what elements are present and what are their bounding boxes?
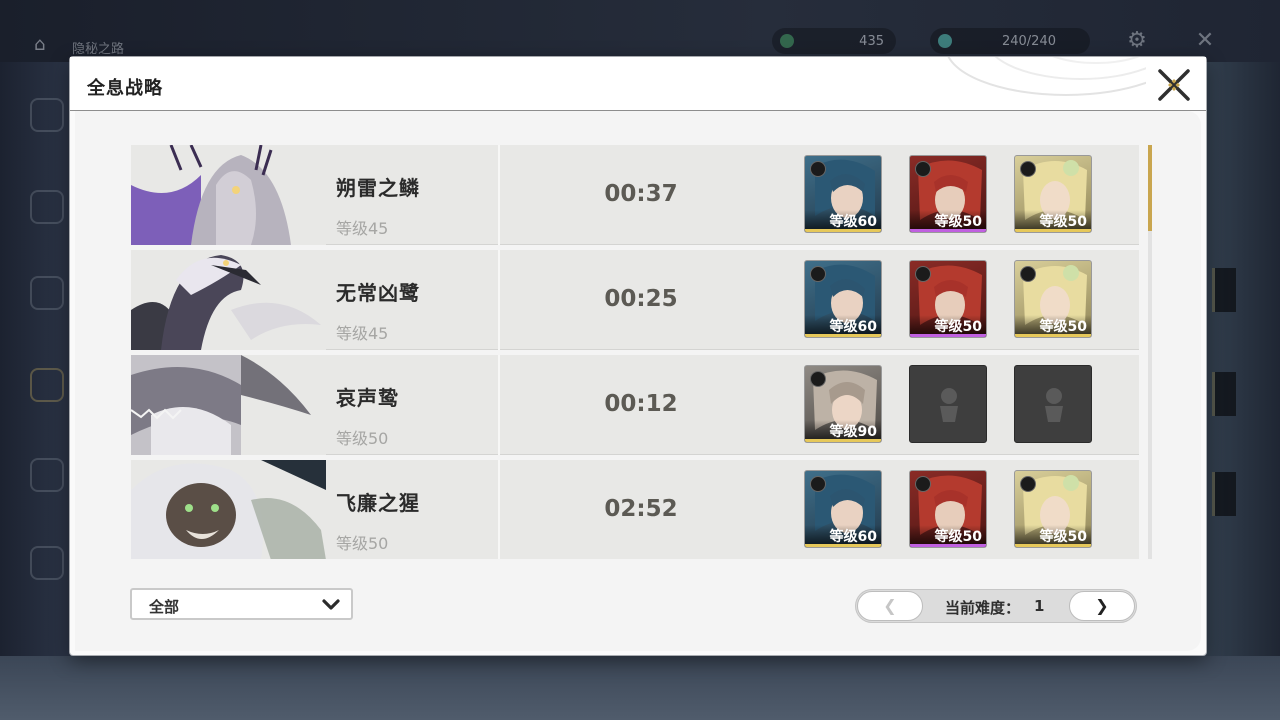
next-difficulty-button[interactable]: ❯ [1069, 591, 1135, 621]
right-slot [1212, 268, 1236, 312]
challenge-list[interactable]: 朔雷之鳞 等级45 00:37 等级60 等级50 等级50 无常凶鹭 等级45… [131, 145, 1141, 559]
background-right-panel [1206, 62, 1280, 662]
settings-icon[interactable]: ⚙ [1124, 28, 1150, 54]
character-slot[interactable]: 等级60 [804, 470, 882, 548]
spectro-element-icon [1020, 266, 1036, 282]
clear-time: 00:25 [604, 286, 678, 312]
right-slot [1212, 372, 1236, 416]
fusion-element-icon [915, 266, 931, 282]
rarity-bar [910, 229, 986, 232]
sidebar-icon-1[interactable] [30, 98, 64, 132]
row-divider [498, 460, 500, 559]
empty-character-slot[interactable] [909, 365, 987, 443]
person-placeholder-icon [940, 388, 958, 422]
resource-counter-a[interactable]: 435 [772, 28, 896, 54]
close-icon[interactable] [1156, 67, 1192, 103]
sidebar-icon-3[interactable] [30, 276, 64, 310]
spectro-element-icon [1020, 476, 1036, 492]
empty-character-slot[interactable] [1014, 365, 1092, 443]
scrollbar-thumb[interactable] [1148, 145, 1152, 231]
person-placeholder-icon [1045, 388, 1063, 422]
boss-portrait [131, 355, 326, 455]
dialog-header: 全息战略 [70, 57, 1206, 111]
boss-name: 哀声鸷 [336, 386, 399, 410]
boss-level: 等级45 [336, 324, 389, 343]
clear-time: 00:37 [604, 181, 678, 207]
rarity-bar [910, 544, 986, 547]
row-divider [498, 250, 500, 350]
rarity-bar [805, 544, 881, 547]
filter-dropdown[interactable]: 全部 [130, 588, 353, 620]
previous-difficulty-button[interactable]: ❮ [857, 591, 923, 621]
boss-name: 朔雷之鳞 [336, 176, 420, 200]
character-slot[interactable]: 等级50 [1014, 155, 1092, 233]
resource-counter-b[interactable]: 240/240 [930, 28, 1090, 54]
challenge-row[interactable]: 无常凶鹭 等级45 00:25 等级60 等级50 等级50 [131, 250, 1139, 350]
resource-a-value: 435 [859, 33, 884, 49]
clear-time: 00:12 [604, 391, 678, 417]
boss-portrait [131, 250, 326, 350]
holographic-strategy-dialog: 全息战略 朔雷之鳞 等级45 00:37 等级60 等级50 等级50 无常凶鹭… [70, 57, 1206, 655]
rarity-bar [1015, 229, 1091, 232]
rarity-bar [805, 439, 881, 442]
character-slot[interactable]: 等级60 [804, 260, 882, 338]
rarity-bar [910, 334, 986, 337]
rarity-bar [805, 229, 881, 232]
sidebar-icon-4[interactable] [30, 368, 64, 402]
hud-title: 隐秘之路 [72, 42, 125, 57]
background-top-bar [0, 0, 1280, 62]
difficulty-pager: ❮ 当前难度： 1 ❯ [855, 589, 1137, 623]
difficulty-label: 当前难度： [945, 599, 1021, 617]
home-icon[interactable]: ⌂ [34, 34, 64, 58]
aero-element-icon [810, 266, 826, 282]
background-bottom [0, 656, 1280, 720]
rarity-bar [805, 334, 881, 337]
character-slot[interactable]: 等级50 [909, 260, 987, 338]
boss-name: 无常凶鹭 [336, 281, 420, 305]
chevron-down-icon [322, 599, 340, 610]
difficulty-value: 1 [1034, 597, 1045, 615]
resource-gem-icon [780, 34, 794, 48]
sidebar-icon-5[interactable] [30, 458, 64, 492]
hud-close-icon[interactable]: ✕ [1192, 28, 1218, 54]
boss-level: 等级50 [336, 429, 389, 448]
boss-level: 等级50 [336, 534, 389, 553]
filter-selected-value: 全部 [149, 598, 180, 616]
energy-icon [938, 34, 952, 48]
right-slot [1212, 472, 1236, 516]
character-slot[interactable]: 等级50 [909, 155, 987, 233]
fusion-element-icon [915, 161, 931, 177]
character-slot[interactable]: 等级50 [909, 470, 987, 548]
challenge-row[interactable]: 哀声鸷 等级50 00:12 等级90 [131, 355, 1139, 455]
challenge-row[interactable]: 飞廉之猩 等级50 02:52 等级60 等级50 等级50 [131, 460, 1139, 559]
spectro-element-icon [1020, 161, 1036, 177]
rarity-bar [1015, 544, 1091, 547]
boss-portrait [131, 145, 326, 245]
boss-level: 等级45 [336, 219, 389, 238]
rarity-bar [1015, 334, 1091, 337]
aero-element-icon [810, 476, 826, 492]
sidebar-icon-2[interactable] [30, 190, 64, 224]
fusion-element-icon [915, 476, 931, 492]
content-panel: 朔雷之鳞 等级45 00:37 等级60 等级50 等级50 无常凶鹭 等级45… [75, 111, 1201, 651]
header-decoration [947, 57, 1146, 96]
character-slot[interactable]: 等级50 [1014, 470, 1092, 548]
resource-b-value: 240/240 [1001, 33, 1056, 49]
character-slot[interactable]: 等级50 [1014, 260, 1092, 338]
clear-time: 02:52 [604, 496, 678, 522]
boss-name: 飞廉之猩 [336, 491, 420, 515]
sidebar-icon-6[interactable] [30, 546, 64, 580]
row-divider [498, 145, 500, 245]
challenge-row[interactable]: 朔雷之鳞 等级45 00:37 等级60 等级50 等级50 [131, 145, 1139, 245]
character-slot[interactable]: 等级60 [804, 155, 882, 233]
boss-portrait [131, 460, 326, 559]
character-slot[interactable]: 等级90 [804, 365, 882, 443]
aero-element-icon [810, 161, 826, 177]
havoc-element-icon [810, 371, 826, 387]
dialog-title: 全息战略 [87, 78, 163, 99]
row-divider [498, 355, 500, 455]
